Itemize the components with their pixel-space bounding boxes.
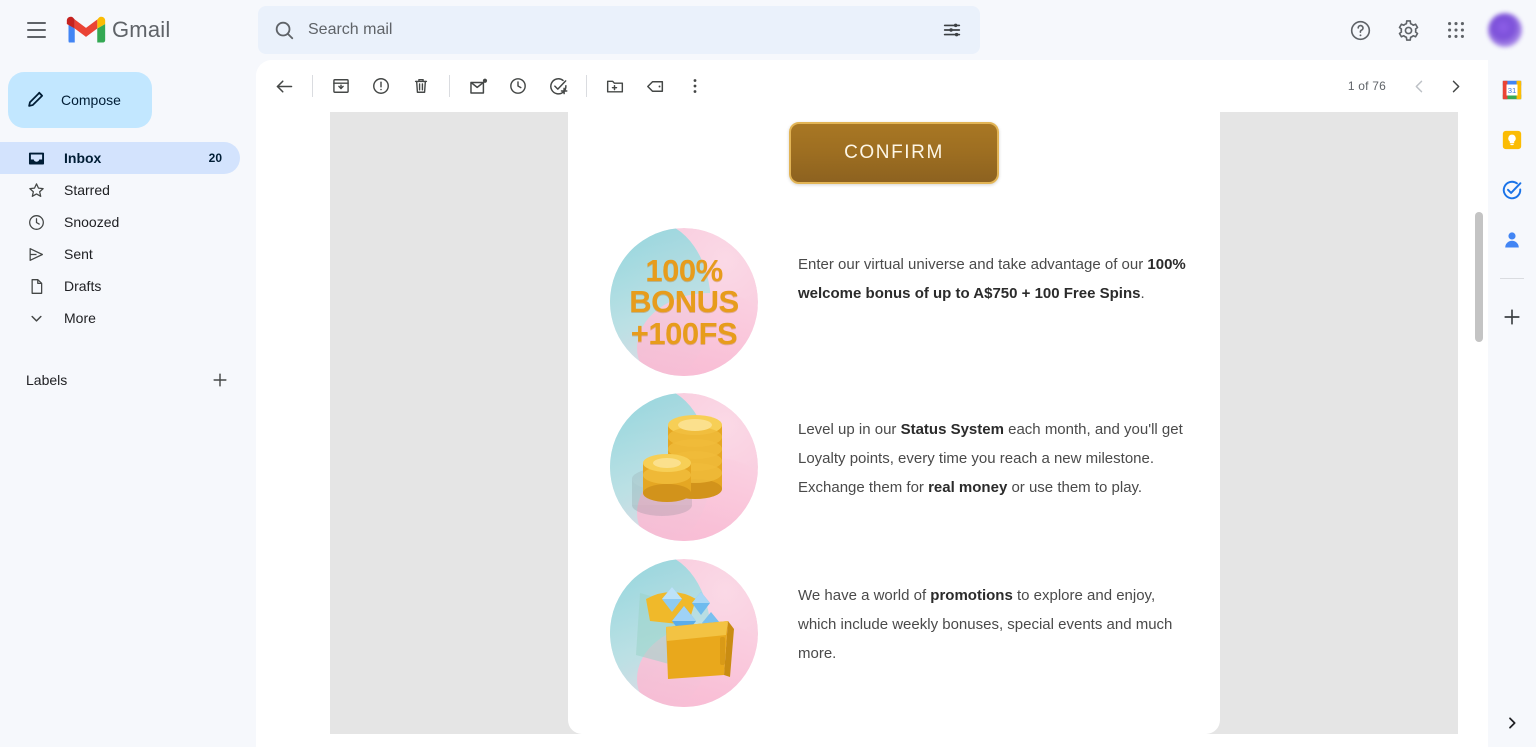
email-body-scroll-region: CONFIRM 100% BONUS +100FS Enter our virt…: [256, 112, 1488, 747]
inbox-unread-count: 20: [208, 151, 222, 165]
back-to-inbox-button[interactable]: [264, 66, 304, 106]
sidebar-item-more[interactable]: More: [0, 302, 240, 334]
email-content-card: CONFIRM 100% BONUS +100FS Enter our virt…: [568, 112, 1220, 734]
sidebar-item-sent[interactable]: Sent: [0, 238, 240, 270]
feature-row: 100% BONUS +100FS Enter our virtual univ…: [568, 228, 1220, 376]
email-scrollbar[interactable]: [1474, 112, 1484, 747]
feature-text-part-bold: Status System: [900, 421, 1004, 438]
gear-icon[interactable]: [1386, 8, 1430, 52]
sidebar-item-inbox[interactable]: Inbox 20: [0, 142, 240, 174]
report-spam-button[interactable]: [361, 66, 401, 106]
left-sidebar: Compose Inbox 20 Starred Snoozed Sent Dr…: [0, 60, 256, 747]
toolbar-divider: [312, 75, 313, 97]
inbox-icon: [26, 148, 46, 168]
labels-button[interactable]: [635, 66, 675, 106]
search-input[interactable]: [304, 21, 932, 39]
archive-button[interactable]: [321, 66, 361, 106]
sidebar-item-label: Sent: [64, 246, 93, 262]
sidebar-item-snoozed[interactable]: Snoozed: [0, 206, 240, 238]
plus-icon[interactable]: [208, 368, 232, 392]
send-icon: [26, 244, 46, 264]
sidebar-nav: Inbox 20 Starred Snoozed Sent Drafts Mor…: [0, 142, 256, 334]
message-pane: 1 of 76 CONFIRM 100% BONUS +100FS Enter …: [256, 60, 1488, 747]
rail-divider: [1500, 278, 1524, 279]
clock-icon: [26, 212, 46, 232]
toolbar-divider: [586, 75, 587, 97]
feature-text-part: Level up in our: [798, 421, 901, 438]
brand-label: Gmail: [112, 17, 171, 42]
previous-message-button[interactable]: [1402, 69, 1436, 103]
feature-text: Level up in our Status System each month…: [798, 393, 1196, 502]
pagination: 1 of 76: [1348, 60, 1472, 112]
feature-text: Enter our virtual universe and take adva…: [798, 228, 1196, 308]
hamburger-menu-icon[interactable]: [16, 10, 56, 50]
user-avatar[interactable]: [1488, 13, 1522, 47]
sidebar-item-label: Snoozed: [64, 214, 120, 230]
feature-text-part: We have a world of: [798, 587, 931, 604]
feature-text-part: or use them to play.: [1007, 479, 1143, 496]
bonus-line-1: 100%: [645, 252, 723, 288]
feature-text-part-bold: promotions: [930, 587, 1013, 604]
google-contacts-icon[interactable]: [1500, 228, 1524, 252]
gmail-window: Gmail Search mail Compose Inbox 20 Starr…: [0, 0, 1536, 747]
gmail-m-logo: [66, 15, 106, 45]
add-to-tasks-button[interactable]: [538, 66, 578, 106]
sidebar-item-starred[interactable]: Starred: [0, 174, 240, 206]
sidebar-item-label: Inbox: [64, 150, 102, 166]
compose-label: Compose: [61, 92, 121, 108]
help-circle-icon[interactable]: [1338, 8, 1382, 52]
feature-text-part: .: [1140, 285, 1145, 302]
sidebar-item-label: More: [64, 310, 96, 326]
compose-button[interactable]: Compose: [8, 72, 152, 128]
next-message-button[interactable]: [1438, 69, 1472, 103]
rail-add-icon[interactable]: [1500, 305, 1524, 329]
feature-text-part: Enter our virtual universe and take adva…: [798, 256, 1148, 273]
sidebar-item-drafts[interactable]: Drafts: [0, 270, 240, 302]
pagination-label: 1 of 76: [1347, 79, 1386, 93]
confirm-button[interactable]: CONFIRM: [789, 122, 999, 184]
message-toolbar: 1 of 76: [256, 60, 1488, 112]
google-keep-icon[interactable]: [1500, 128, 1524, 152]
gem-treasure-box-illustration: [610, 559, 758, 707]
chevron-down-icon: [26, 308, 46, 328]
google-calendar-icon[interactable]: 31: [1500, 78, 1524, 102]
feature-row: We have a world of promotions to explore…: [568, 559, 1220, 707]
confirm-button-wrap: CONFIRM: [568, 112, 1220, 184]
toolbar-divider: [449, 75, 450, 97]
search-options-icon[interactable]: [932, 10, 972, 50]
labels-title: Labels: [26, 372, 68, 388]
more-options-button[interactable]: [675, 66, 715, 106]
pencil-icon: [25, 88, 47, 113]
feature-text-part-bold: real money: [928, 479, 1008, 496]
google-tasks-icon[interactable]: [1500, 178, 1524, 202]
star-icon: [26, 180, 46, 200]
app-header: Gmail: [0, 0, 1536, 60]
side-app-rail: 31: [1488, 60, 1536, 747]
bonus-line-3: +100FS: [630, 315, 738, 351]
apps-grid-icon[interactable]: [1434, 8, 1478, 52]
delete-button[interactable]: [401, 66, 441, 106]
snooze-button[interactable]: [498, 66, 538, 106]
labels-section: Labels: [26, 364, 232, 396]
svg-text:31: 31: [1508, 86, 1517, 95]
gmail-brand[interactable]: Gmail: [66, 15, 170, 45]
bonus-badge-illustration: 100% BONUS +100FS: [610, 228, 758, 376]
mark-unread-button[interactable]: [458, 66, 498, 106]
feature-text: We have a world of promotions to explore…: [798, 559, 1196, 668]
search-icon[interactable]: [264, 10, 304, 50]
gold-coins-illustration: [610, 393, 758, 541]
email-scrollbar-thumb[interactable]: [1475, 212, 1483, 342]
rail-expand-chevron-right-icon[interactable]: [1500, 711, 1524, 735]
header-actions: [1338, 0, 1528, 60]
feature-row: Level up in our Status System each month…: [568, 393, 1220, 541]
sidebar-item-label: Starred: [64, 182, 110, 198]
bonus-line-2: BONUS: [629, 284, 739, 320]
move-to-button[interactable]: [595, 66, 635, 106]
draft-icon: [26, 276, 46, 296]
search-bar[interactable]: [258, 6, 980, 54]
sidebar-item-label: Drafts: [64, 278, 102, 294]
